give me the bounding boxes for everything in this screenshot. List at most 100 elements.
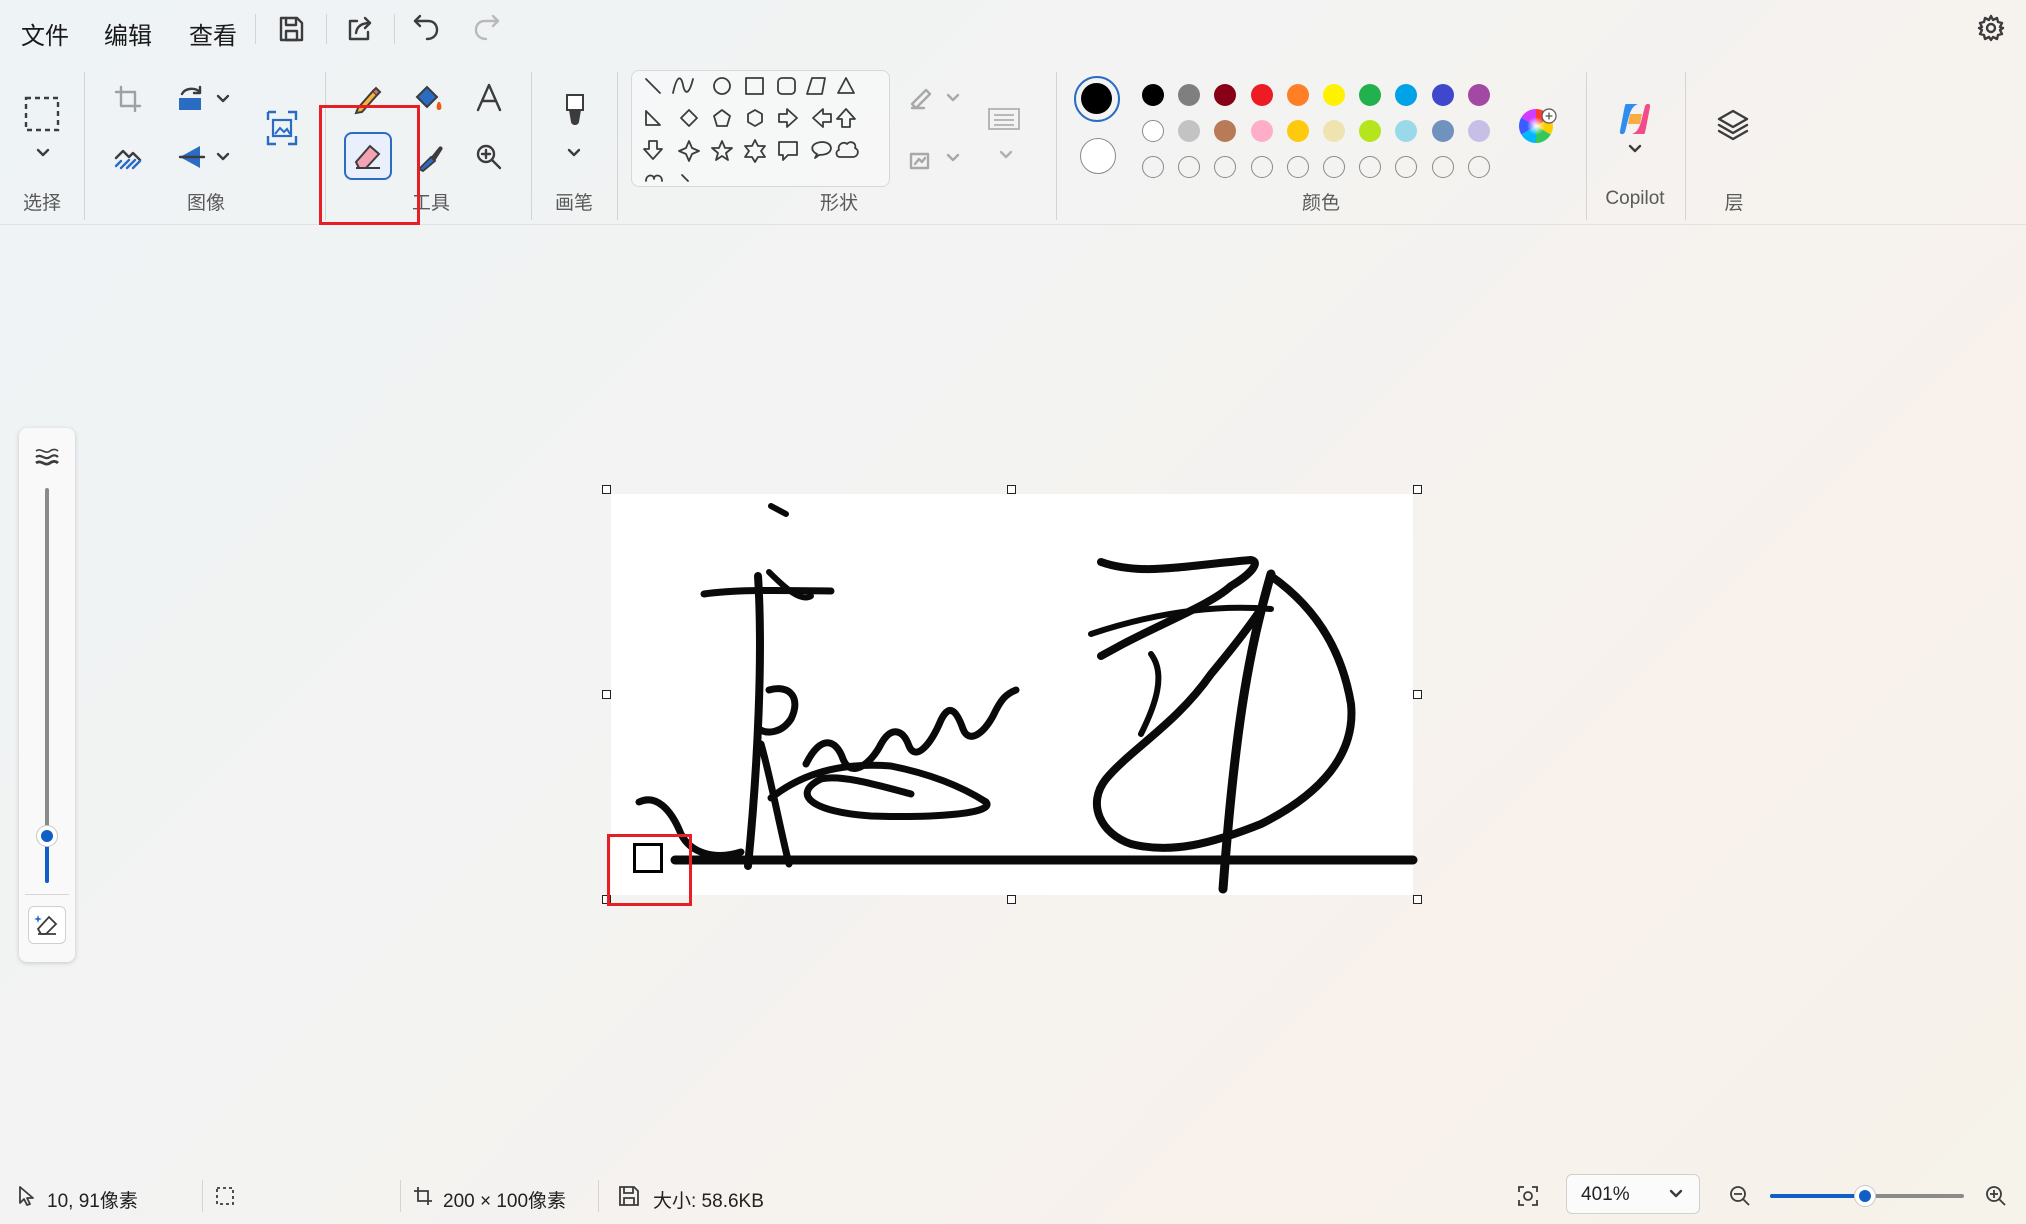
color-swatch[interactable] <box>1251 84 1273 106</box>
color-swatch[interactable] <box>1432 120 1454 142</box>
save-button[interactable] <box>276 14 306 44</box>
redo-button[interactable] <box>472 12 502 42</box>
shapes-gallery[interactable] <box>631 70 890 187</box>
undo-button[interactable] <box>411 12 441 42</box>
color-swatch[interactable] <box>1214 84 1236 106</box>
brushes-button[interactable] <box>560 92 590 132</box>
menu-edit[interactable]: 编辑 <box>104 16 152 51</box>
five-point-star-shape-icon[interactable] <box>711 140 733 161</box>
color-swatch[interactable] <box>1432 84 1454 106</box>
custom-color-slot[interactable] <box>1214 156 1236 178</box>
rotate-button[interactable] <box>176 84 208 114</box>
rectangular-callout-shape-icon[interactable] <box>778 141 798 161</box>
color-swatch[interactable] <box>1214 120 1236 142</box>
custom-color-slot[interactable] <box>1178 156 1200 178</box>
custom-color-slot[interactable] <box>1323 156 1345 178</box>
color-swatch[interactable] <box>1287 84 1309 106</box>
color-swatch[interactable] <box>1251 120 1273 142</box>
drawing-canvas[interactable] <box>611 494 1418 895</box>
magnifier-button[interactable] <box>474 142 504 172</box>
color-swatch[interactable] <box>1468 120 1490 142</box>
zoom-in-button[interactable] <box>1984 1184 2008 1208</box>
resize-handle-bottom-right[interactable] <box>1413 895 1422 904</box>
oval-shape-icon[interactable] <box>713 77 731 95</box>
down-arrow-shape-icon[interactable] <box>643 140 663 160</box>
selection-dropdown[interactable] <box>34 146 52 160</box>
menu-file[interactable]: 文件 <box>21 16 69 51</box>
color-swatch[interactable] <box>1178 84 1200 106</box>
primary-color-button[interactable] <box>1074 76 1120 122</box>
color-swatch[interactable] <box>1359 84 1381 106</box>
crop-button[interactable] <box>113 84 143 114</box>
line-shape-icon[interactable] <box>645 78 661 94</box>
selection-tool-button[interactable] <box>24 96 60 132</box>
custom-color-slot[interactable] <box>1142 156 1164 178</box>
four-point-star-shape-icon[interactable] <box>678 140 700 162</box>
layers-button[interactable] <box>1716 108 1750 142</box>
heart-shape-icon[interactable] <box>645 174 663 182</box>
lightning-shape-icon[interactable] <box>681 174 689 182</box>
pentagon-shape-icon[interactable] <box>713 109 731 127</box>
flip-button[interactable] <box>176 142 208 172</box>
color-swatch[interactable] <box>1395 84 1417 106</box>
color-swatch[interactable] <box>1395 120 1417 142</box>
up-arrow-shape-icon[interactable] <box>836 108 856 128</box>
share-button[interactable] <box>344 14 374 44</box>
custom-color-slot[interactable] <box>1251 156 1273 178</box>
zoom-out-button[interactable] <box>1728 1184 1752 1208</box>
custom-color-slot[interactable] <box>1395 156 1417 178</box>
fill-button[interactable] <box>908 146 936 172</box>
resize-handle-middle-right[interactable] <box>1413 690 1422 699</box>
color-swatch[interactable] <box>1178 120 1200 142</box>
color-swatch[interactable] <box>1142 120 1164 142</box>
zoom-select[interactable]: 401% <box>1566 1174 1700 1214</box>
flip-dropdown[interactable] <box>214 150 232 164</box>
hexagon-shape-icon[interactable] <box>747 109 763 127</box>
rectangle-shape-icon[interactable] <box>745 77 764 95</box>
outline-dropdown[interactable] <box>944 91 962 105</box>
smart-eraser-button[interactable] <box>28 906 66 944</box>
custom-color-slot[interactable] <box>1359 156 1381 178</box>
custom-color-slot[interactable] <box>1468 156 1490 178</box>
brush-size-slider-track[interactable] <box>37 488 57 883</box>
left-arrow-shape-icon[interactable] <box>812 108 832 128</box>
fill-dropdown[interactable] <box>944 151 962 165</box>
color-swatch[interactable] <box>1323 84 1345 106</box>
right-triangle-shape-icon[interactable] <box>645 110 661 126</box>
polygon-shape-icon[interactable] <box>806 77 826 95</box>
edit-colors-button[interactable] <box>1518 108 1558 148</box>
triangle-shape-icon[interactable] <box>837 77 855 94</box>
six-point-star-shape-icon[interactable] <box>744 139 766 163</box>
resize-handle-top-right[interactable] <box>1413 485 1422 494</box>
zoom-slider-thumb[interactable] <box>1855 1186 1876 1206</box>
outline-button[interactable] <box>908 86 936 112</box>
zoom-dropdown[interactable] <box>1667 1187 1685 1201</box>
brush-size-slider-thumb[interactable] <box>37 825 57 846</box>
resize-button[interactable] <box>264 108 300 148</box>
resize-handle-top-center[interactable] <box>1007 485 1016 494</box>
oval-callout-shape-icon[interactable] <box>811 141 832 159</box>
menu-view[interactable]: 查看 <box>189 16 237 51</box>
remove-background-button[interactable] <box>113 142 143 172</box>
diamond-shape-icon[interactable] <box>680 109 698 127</box>
curve-shape-icon[interactable] <box>672 77 694 94</box>
custom-color-slot[interactable] <box>1287 156 1309 178</box>
shape-size-dropdown[interactable] <box>997 148 1015 162</box>
right-arrow-shape-icon[interactable] <box>778 108 798 128</box>
resize-handle-top-left[interactable] <box>602 485 611 494</box>
zoom-slider-track[interactable] <box>1770 1186 1964 1206</box>
copilot-dropdown[interactable] <box>1626 142 1644 156</box>
brushes-dropdown[interactable] <box>565 146 583 160</box>
rounded-rectangle-shape-icon[interactable] <box>777 77 796 95</box>
resize-handle-middle-left[interactable] <box>602 690 611 699</box>
custom-color-slot[interactable] <box>1432 156 1454 178</box>
secondary-color-button[interactable] <box>1080 138 1116 174</box>
resize-handle-bottom-center[interactable] <box>1007 895 1016 904</box>
color-swatch[interactable] <box>1468 84 1490 106</box>
shape-size-button[interactable] <box>986 104 1022 134</box>
color-swatch[interactable] <box>1287 120 1309 142</box>
fit-to-window-button[interactable] <box>1516 1184 1540 1208</box>
color-swatch[interactable] <box>1359 120 1381 142</box>
rotate-dropdown[interactable] <box>214 92 232 106</box>
color-swatch[interactable] <box>1323 120 1345 142</box>
